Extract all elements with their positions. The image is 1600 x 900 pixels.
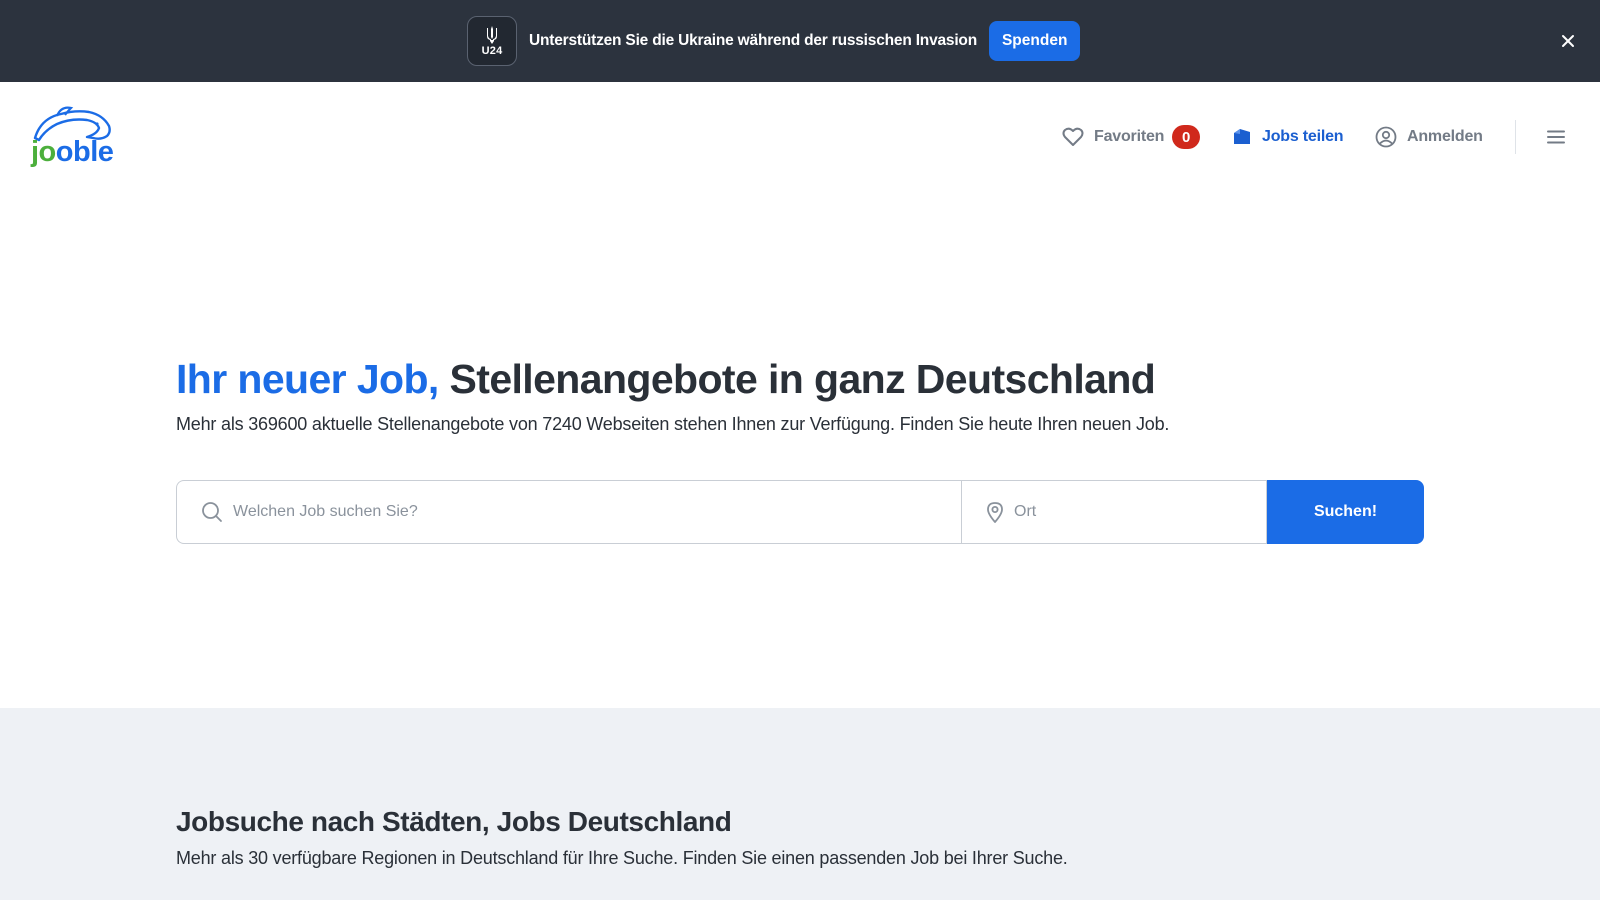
cities-title: Jobsuche nach Städten, Jobs Deutschland [176,806,732,837]
donate-button[interactable]: Spenden [988,21,1081,61]
favorites-link[interactable]: Favoriten 0 [1062,122,1201,152]
job-search-form: Suchen! [176,480,1424,544]
favorites-count-badge: 0 [1172,125,1201,149]
cities-subtitle: Mehr als 30 verfügbare Regionen in Deuts… [176,848,1068,868]
banner-message: Unterstützen Sie die Ukraine während der… [529,32,977,49]
search-icon [202,502,222,522]
hero-title-accent: Ihr neuer Job, [176,356,439,402]
menu-button[interactable] [1544,125,1568,149]
location-pin-icon [987,502,1003,523]
trident-icon [487,25,497,44]
hero-subtitle: Mehr als 369600 aktuelle Stellenangebote… [176,414,1170,434]
logo-text-green: jo [31,136,56,168]
cities-section: Jobsuche nach Städten, Jobs Deutschland … [0,708,1600,900]
job-search-input[interactable] [233,503,961,521]
heart-icon [1062,127,1084,146]
search-button[interactable]: Suchen! [1267,480,1424,544]
u24-logo-text: U24 [481,44,503,57]
nav-divider [1515,120,1516,154]
job-search-field[interactable] [176,480,961,544]
hamburger-menu-icon [1547,130,1565,144]
user-circle-icon [1375,126,1397,148]
ukraine-support-banner: U24 Unterstützen Sie die Ukraine während… [0,0,1600,82]
logo-text-blue: oble [55,136,114,168]
logo-wordmark: jooble [31,136,114,168]
hero-title: Ihr neuer Job, Stellenangebote in ganz D… [176,354,1156,404]
location-input[interactable] [1014,503,1266,521]
jooble-logo[interactable]: jooble [31,104,115,170]
location-field[interactable] [961,480,1267,544]
login-link[interactable]: Anmelden [1375,122,1483,152]
site-header: jooble Favoriten 0 Jobs teilen Anmelden [0,82,1600,192]
share-jobs-label: Jobs teilen [1262,128,1344,145]
login-label: Anmelden [1407,128,1483,145]
favorites-label: Favoriten [1094,128,1165,145]
share-jobs-link[interactable]: Jobs teilen [1232,122,1344,152]
close-icon [1562,35,1574,47]
share-jobs-icon [1234,129,1250,144]
u24-logo[interactable]: U24 [467,16,517,66]
banner-content: U24 Unterstützen Sie die Ukraine während… [467,16,1081,66]
hero-title-rest: Stellenangebote in ganz Deutschland [449,356,1156,402]
close-banner-button[interactable] [1556,29,1580,53]
